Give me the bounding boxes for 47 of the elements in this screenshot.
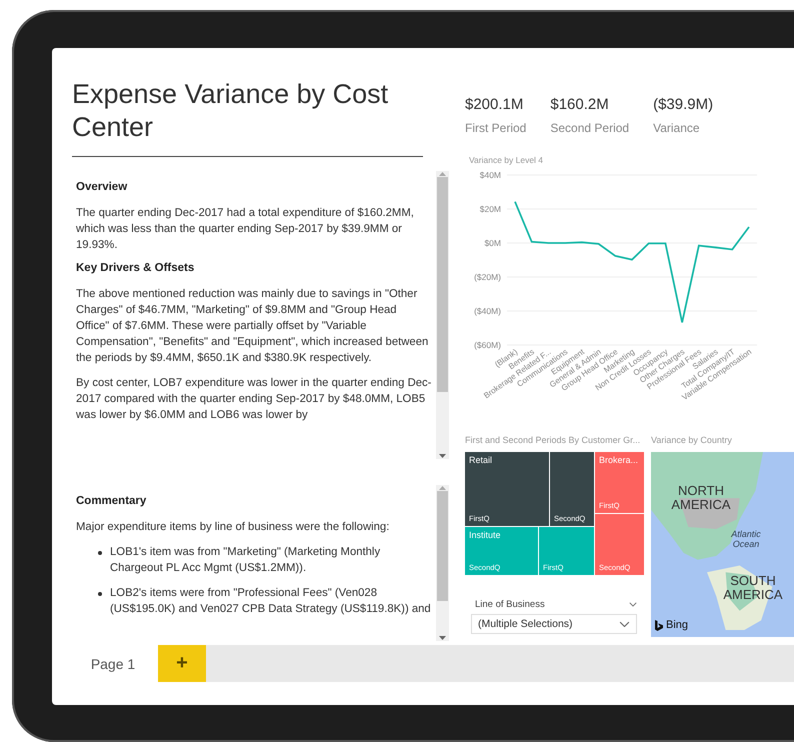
kpi-label: First Period [465, 121, 526, 135]
scrollbar-thumb[interactable] [437, 177, 448, 392]
treemap-label: Brokera... [599, 455, 638, 465]
page-tab[interactable]: Page 1 [68, 645, 158, 682]
report-title: Expense Variance by Cost Center [72, 78, 423, 157]
y-axis-label: ($60M) [474, 340, 501, 350]
map-title: Variance by Country [651, 435, 732, 445]
bullet-icon [98, 592, 102, 596]
chevron-down-icon [619, 620, 630, 628]
kpi-value: ($39.9M) [653, 96, 714, 113]
scroll-down-icon[interactable] [439, 635, 446, 641]
map-attribution: Bing [655, 619, 688, 631]
paragraph: The quarter ending Dec-2017 had a total expenditure of $160.2MM, which was less than the quarter ending Sep-2017 by $39.9MM or 19.93%. [76, 206, 415, 253]
paragraph: By cost center, LOB7 expenditure was lower in the quarter ending Dec-2017 compared with the quarter ending Sep-2017 by $48.0MM, LOB5 was lower by $6.0MM and LOB6 was lower by [76, 376, 432, 423]
treemap-title: First and Second Periods By Customer Gr... [465, 435, 640, 445]
map-label: Atlantic Ocean [730, 530, 762, 550]
bing-logo-icon [655, 620, 663, 630]
slicer-dropdown[interactable]: (Multiple Selections) [471, 614, 637, 634]
section-heading: Overview [76, 181, 128, 193]
scrollbar[interactable] [436, 485, 449, 641]
section-heading: Commentary [76, 495, 148, 507]
y-axis-label: ($40M) [474, 306, 501, 316]
scrollbar[interactable] [436, 171, 449, 459]
scroll-down-icon[interactable] [439, 453, 446, 459]
section-heading: Key Drivers & Offsets [76, 262, 196, 274]
paragraph: Major expenditure items by line of business were the following: [76, 520, 390, 535]
paragraph: The above mentioned reduction was mainly due to savings in "Other Charges" of $46.7MM, "Marketing" of $9.8MM and "Group Head Office" of $7.6MM. These were partially offset by "Variable Compensation", "Benefits" and "Equipment", which increased between the periods by $9.4MM, $650.1K and $380.9K respectively. [76, 287, 430, 366]
kpi-value: $200.1M [465, 96, 524, 113]
y-axis-label: $40M [480, 170, 501, 180]
scrollbar-thumb[interactable] [437, 491, 448, 601]
map-label: NORTH AMERICA [670, 484, 732, 513]
bullet-text: LOB1's item was from "Marketing" (Marketing Monthly Chargeout PL Acc Mgmt (US$1.2MM)). [110, 545, 382, 576]
add-page-button[interactable]: + [158, 645, 206, 682]
treemap-label: Institute [469, 530, 501, 540]
y-axis-label: ($20M) [474, 272, 501, 282]
treemap-label: Retail [469, 455, 492, 465]
chevron-down-icon [629, 602, 637, 607]
kpi-label: Second Period [550, 121, 630, 135]
y-axis-label: $20M [480, 204, 501, 214]
kpi-label: Variance [653, 121, 701, 135]
bullet-icon [98, 551, 102, 555]
slicer-title: Line of Business [475, 599, 545, 610]
chart-title: Variance by Level 4 [469, 155, 544, 165]
bullet-text: LOB2's items were from "Professional Fees" (Ven028 (US$195.0K) and Ven027 CPB Data Strategy (US$119.8K)) and [110, 586, 432, 617]
kpi-value: $160.2M [550, 96, 610, 113]
y-axis-label: $0M [484, 238, 501, 248]
map-label: SOUTH AMERICA [722, 574, 784, 603]
